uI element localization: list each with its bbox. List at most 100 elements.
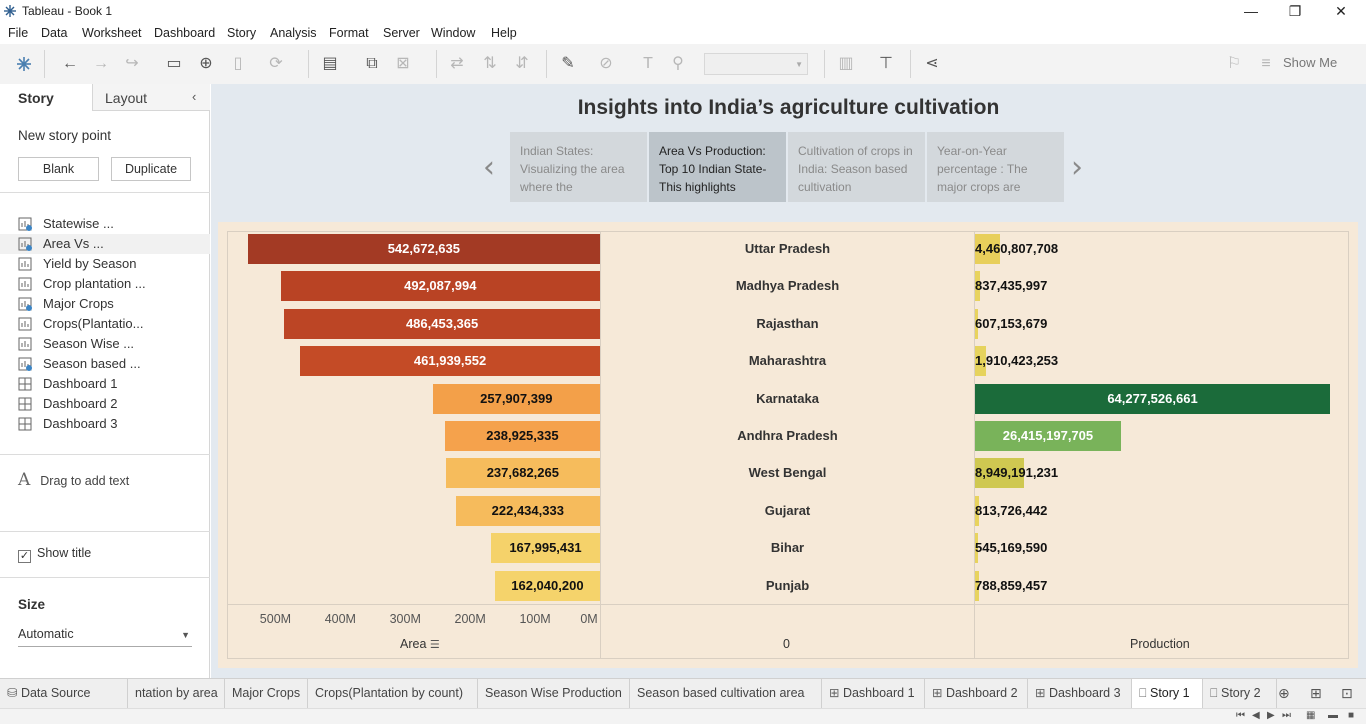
story-point-1[interactable]: Indian States: Visualizing the area wher… bbox=[510, 132, 647, 202]
menu-help[interactable]: Help bbox=[491, 26, 517, 40]
size-select[interactable]: Automatic ▼ bbox=[18, 627, 192, 647]
database-icon: ⛁ bbox=[7, 686, 21, 700]
area-bar-label: 238,925,335 bbox=[486, 428, 559, 443]
tab-story-2[interactable]: ⎕ Story 2 bbox=[1203, 679, 1277, 708]
menu-story[interactable]: Story bbox=[227, 26, 256, 40]
last-sheet-icon[interactable]: ⏭ bbox=[1282, 710, 1291, 721]
state-label: Madhya Pradesh bbox=[735, 278, 840, 294]
show-tabs-icon[interactable]: ■ bbox=[1348, 710, 1354, 721]
maximize-button[interactable]: ❐ bbox=[1272, 1, 1318, 21]
close-button[interactable]: ✕ bbox=[1318, 1, 1364, 21]
highlight-icon[interactable]: ✎ bbox=[558, 54, 578, 74]
divider bbox=[0, 531, 210, 532]
replay-icon[interactable]: ↪ bbox=[122, 54, 142, 74]
tab-crops-plantation-by-count[interactable]: Crops(Plantation by count) bbox=[308, 679, 478, 708]
new-dashboard-icon[interactable]: ⊞ bbox=[1310, 685, 1322, 702]
new-worksheet-icon[interactable]: ▤ bbox=[320, 54, 340, 74]
redo-icon[interactable]: → bbox=[91, 54, 111, 74]
duplicate-sheet-icon[interactable]: ⧉ bbox=[362, 54, 382, 74]
tab-dashboard-2[interactable]: ⊞ Dashboard 2 bbox=[925, 679, 1028, 708]
tab-ntation-by-area[interactable]: ntation by area bbox=[128, 679, 225, 708]
new-story-icon[interactable]: ⊡ bbox=[1341, 685, 1353, 702]
tableau-home-icon[interactable] bbox=[14, 54, 34, 74]
tab-dashboard-3[interactable]: ⊞ Dashboard 3 bbox=[1028, 679, 1132, 708]
story-point-4[interactable]: Year-on-Year percentage : The major crop… bbox=[927, 132, 1064, 202]
pause-updates-icon[interactable]: ▯ bbox=[228, 54, 248, 74]
tab-season-wise-production[interactable]: Season Wise Production bbox=[478, 679, 630, 708]
sheet-list-item[interactable]: Season based ... bbox=[0, 354, 210, 374]
tab-data-source[interactable]: ⛁ Data Source bbox=[0, 679, 128, 708]
swap-icon[interactable]: ⇄ bbox=[447, 54, 467, 74]
new-worksheet-icon[interactable]: ⊕ bbox=[1278, 685, 1290, 702]
refresh-icon[interactable]: ⟳ bbox=[266, 54, 286, 74]
area-bar-label: 492,087,994 bbox=[404, 278, 477, 294]
next-story-point-icon[interactable]: › bbox=[1071, 150, 1083, 185]
story-point-2[interactable]: Area Vs Production: Top 10 Indian State-… bbox=[649, 132, 786, 202]
sheet-list-item[interactable]: Dashboard 2 bbox=[0, 394, 210, 414]
show-cards-icon[interactable]: ▥ bbox=[836, 54, 856, 74]
production-bar-label: 1,910,423,253 bbox=[975, 353, 1059, 369]
duplicate-button[interactable]: Duplicate bbox=[111, 157, 191, 181]
menu-file[interactable]: File bbox=[8, 26, 28, 40]
show-sheet-sorter-icon[interactable]: ▦ bbox=[1306, 710, 1315, 721]
story-title: Insights into India’s agriculture cultiv… bbox=[577, 96, 1000, 119]
fix-axes-icon[interactable]: ⚲ bbox=[668, 54, 688, 74]
tab-story-1[interactable]: ⎕ Story 1 bbox=[1132, 679, 1203, 708]
production-bar-label: 813,726,442 bbox=[975, 502, 1048, 518]
sort-descending-icon[interactable]: ⇵ bbox=[512, 54, 532, 74]
area-bar-label: 486,453,365 bbox=[405, 315, 479, 331]
format-painter-icon[interactable]: ⚐ bbox=[1224, 54, 1244, 74]
menu-analysis[interactable]: Analysis bbox=[270, 26, 317, 40]
area-axis-title[interactable]: Area ☰ bbox=[400, 637, 440, 651]
tab-label: Season based cultivation area bbox=[637, 686, 805, 700]
sheet-list-item[interactable]: Dashboard 1 bbox=[0, 374, 210, 394]
first-sheet-icon[interactable]: ⏮ bbox=[1236, 710, 1245, 721]
sheet-list-item[interactable]: Dashboard 3 bbox=[0, 414, 210, 434]
toolbar: ← → ↪ ▭ ⊕ ▯ ⟳ ▤ ⧉ ⊠ ⇄ ⇅ ⇵ ✎ ⊘ T ⚲ ▼ ▥ ⊤ … bbox=[0, 44, 1366, 84]
sheet-list-item[interactable]: Area Vs ... bbox=[0, 234, 210, 254]
menu-window[interactable]: Window bbox=[431, 26, 475, 40]
show-me-button[interactable]: Show Me bbox=[1283, 55, 1337, 70]
tab-label: Dashboard 3 bbox=[1048, 686, 1121, 700]
next-sheet-icon[interactable]: ▶ bbox=[1267, 710, 1275, 721]
tab-story[interactable]: Story bbox=[0, 84, 92, 111]
sheet-list-item[interactable]: Major Crops bbox=[0, 294, 210, 314]
clear-sheet-icon[interactable]: ⊠ bbox=[393, 54, 413, 74]
state-label: West Bengal bbox=[748, 465, 827, 481]
previous-story-point-icon[interactable]: ‹ bbox=[483, 150, 495, 185]
menu-server[interactable]: Server bbox=[383, 26, 420, 40]
sheet-list-item[interactable]: Crops(Plantatio... bbox=[0, 314, 210, 334]
menu-data[interactable]: Data bbox=[41, 26, 67, 40]
share-icon[interactable]: ⋖ bbox=[922, 54, 942, 74]
sheet-list-item[interactable]: Yield by Season bbox=[0, 254, 210, 274]
group-members-icon[interactable]: ⊘ bbox=[596, 54, 616, 74]
save-icon[interactable]: ▭ bbox=[164, 54, 184, 74]
area-bar-label: 237,682,265 bbox=[486, 465, 559, 481]
sheet-list-item[interactable]: Crop plantation ... bbox=[0, 274, 210, 294]
tab-major-crops[interactable]: Major Crops bbox=[225, 679, 308, 708]
sheet-list-item[interactable]: Statewise ... bbox=[0, 214, 210, 234]
story-point-3[interactable]: Cultivation of crops in India: Season ba… bbox=[788, 132, 925, 202]
menu-format[interactable]: Format bbox=[329, 26, 369, 40]
new-data-source-icon[interactable]: ⊕ bbox=[196, 54, 216, 74]
show-title-checkbox[interactable]: ✓ Show title bbox=[18, 546, 91, 563]
sort-icon[interactable]: ☰ bbox=[430, 639, 440, 651]
sort-ascending-icon[interactable]: ⇅ bbox=[480, 54, 500, 74]
presentation-mode-icon[interactable]: ⊤ bbox=[876, 54, 896, 74]
menu-worksheet[interactable]: Worksheet bbox=[82, 26, 142, 40]
sheet-list-item[interactable]: Season Wise ... bbox=[0, 334, 210, 354]
drag-text-object[interactable]: A Drag to add text bbox=[18, 470, 129, 490]
tab-label: Story 1 bbox=[1149, 686, 1190, 700]
area-bar-label: 222,434,333 bbox=[491, 502, 564, 518]
menu-dashboard[interactable]: Dashboard bbox=[154, 26, 215, 40]
tab-dashboard-1[interactable]: ⊞ Dashboard 1 bbox=[822, 679, 925, 708]
show-labels-icon[interactable]: T bbox=[638, 54, 658, 74]
minimize-button[interactable]: — bbox=[1228, 1, 1274, 21]
fit-dropdown[interactable]: ▼ bbox=[704, 53, 808, 75]
undo-icon[interactable]: ← bbox=[60, 54, 80, 74]
tab-season-based-cultivation-area[interactable]: Season based cultivation area bbox=[630, 679, 822, 708]
blank-button[interactable]: Blank bbox=[18, 157, 99, 181]
previous-sheet-icon[interactable]: ◀ bbox=[1252, 710, 1260, 721]
collapse-pane-icon[interactable]: ‹ bbox=[192, 89, 196, 104]
show-filmstrip-icon[interactable]: ▬ bbox=[1328, 710, 1338, 721]
